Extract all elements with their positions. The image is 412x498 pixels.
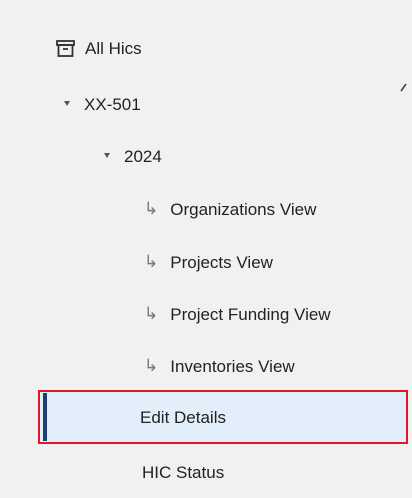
nav-item-hic-status[interactable]: HIC Status [0, 446, 412, 498]
nav-item-edit-details[interactable]: Edit Details [38, 390, 408, 444]
nav-item-projects-view-label: Projects View [170, 252, 273, 272]
nav-item-edit-details-label: Edit Details [140, 407, 226, 427]
subitem-arrow-icon: ↳ [144, 304, 159, 323]
subitem-arrow-icon: ↳ [144, 356, 159, 375]
nav-item-inventories-view-label: Inventories View [170, 356, 295, 376]
archive-box-icon [56, 39, 75, 57]
nav-item-projects-view[interactable]: ↳ Projects View [0, 236, 412, 288]
hic-navigation-tree: All Hics XX-501 2024 ↳ Organizations Vie… [0, 0, 412, 498]
subitem-arrow-icon: ↳ [144, 199, 159, 218]
nav-item-hic-xx-501[interactable]: XX-501 [0, 78, 412, 130]
nav-item-organizations-view[interactable]: ↳ Organizations View [0, 183, 412, 235]
nav-item-organizations-view-label: Organizations View [170, 199, 317, 219]
nav-item-hic-label: XX-501 [84, 94, 141, 114]
active-indicator [43, 393, 47, 441]
nav-item-all-hics[interactable]: All Hics [0, 22, 412, 74]
nav-item-all-hics-label: All Hics [85, 38, 142, 58]
scroll-caret-icon [400, 83, 407, 92]
caret-down-icon[interactable] [104, 152, 110, 158]
subitem-arrow-icon: ↳ [144, 252, 159, 271]
caret-down-icon[interactable] [64, 100, 70, 106]
nav-item-project-funding-view[interactable]: ↳ Project Funding View [0, 288, 412, 340]
nav-item-hic-status-label: HIC Status [142, 462, 225, 482]
nav-item-inventories-view[interactable]: ↳ Inventories View [0, 340, 412, 392]
nav-item-project-funding-view-label: Project Funding View [170, 304, 331, 324]
nav-item-year-label: 2024 [124, 146, 162, 166]
nav-item-year-2024[interactable]: 2024 [0, 130, 412, 182]
